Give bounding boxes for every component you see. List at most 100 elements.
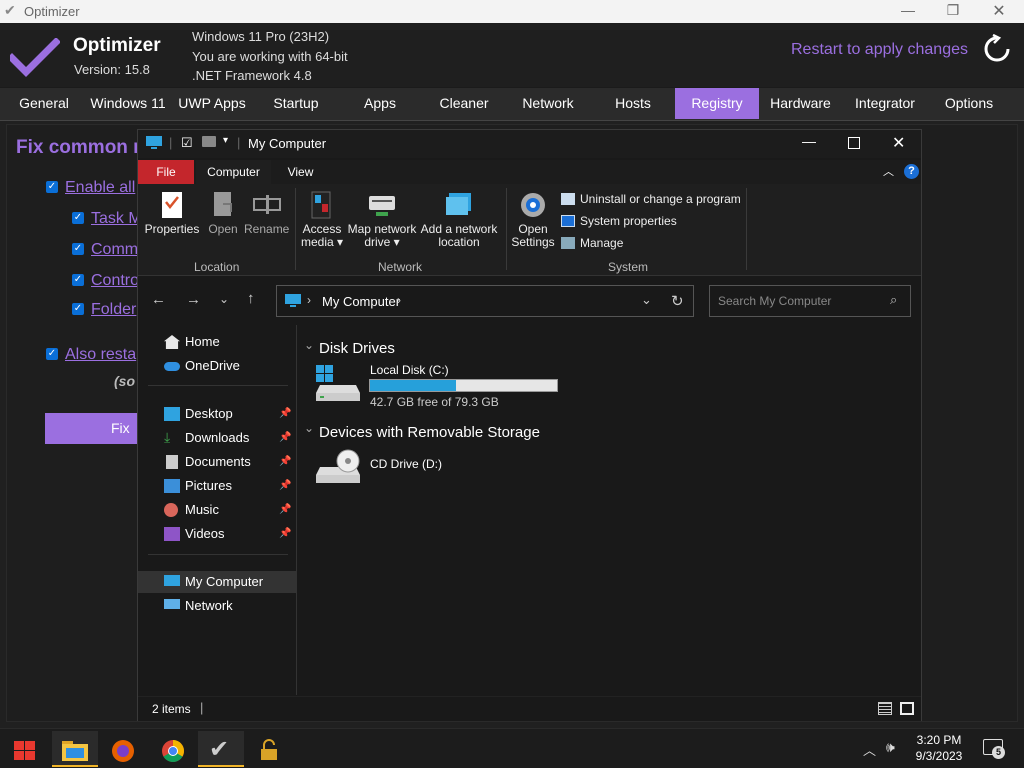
close-icon[interactable]: ✕ — [984, 1, 1014, 21]
checkbox-folder[interactable]: ✓ — [72, 303, 84, 315]
taskbar-optimizer[interactable]: ✔ — [198, 731, 244, 767]
checkbox-comm[interactable]: ✓ — [72, 243, 84, 255]
tab-startup[interactable]: Startup — [260, 88, 332, 119]
address-dropdown-icon[interactable]: ⌄ — [641, 292, 652, 308]
search-icon[interactable]: ⌕ — [890, 292, 897, 308]
help-icon[interactable]: ? — [904, 164, 919, 179]
back-arrow-icon[interactable]: ← — [151, 291, 166, 308]
pin-icon[interactable]: 📌 — [279, 475, 291, 497]
properties-button[interactable]: Properties — [144, 190, 200, 236]
forward-arrow-icon[interactable]: → — [186, 291, 201, 308]
sidebar-item-pictures[interactable]: Pictures 📌 — [138, 475, 296, 497]
option-control[interactable]: Contro — [91, 272, 139, 290]
breadcrumb[interactable]: My Computer — [322, 294, 400, 309]
folder-qa-icon[interactable] — [202, 136, 216, 147]
clock[interactable]: 3:20 PM 9/3/2023 — [905, 732, 973, 764]
drive-local-disk[interactable]: Local Disk (C:) 42.7 GB free of 79.3 GB — [316, 363, 566, 409]
pin-icon[interactable]: 📌 — [279, 499, 291, 521]
checkbox-enable-all[interactable]: ✓ — [46, 181, 58, 193]
sidebar-item-documents[interactable]: Documents 📌 — [138, 451, 296, 473]
pin-icon[interactable]: 📌 — [279, 403, 291, 425]
tab-apps[interactable]: Apps — [345, 88, 415, 119]
tab-hardware[interactable]: Hardware — [763, 88, 838, 119]
pin-icon[interactable]: 📌 — [279, 451, 291, 473]
start-button[interactable] — [2, 731, 48, 767]
tab-registry[interactable]: Registry — [675, 88, 759, 119]
ribbon-tab-view[interactable]: View — [278, 160, 323, 184]
tab-hosts[interactable]: Hosts — [598, 88, 668, 119]
sysinfo-arch: You are working with 64-bit — [192, 49, 348, 64]
ribbon-tab-file[interactable]: File — [138, 160, 194, 184]
uninstall-program-link[interactable]: Uninstall or change a program — [561, 192, 741, 206]
checkbox-also-restart[interactable]: ✓ — [46, 348, 58, 360]
collapse-chevron-icon[interactable]: ⌄ — [304, 338, 314, 352]
sidebar-item-desktop[interactable]: Desktop 📌 — [138, 403, 296, 425]
access-media-button[interactable]: Access media ▾ — [300, 190, 344, 249]
drive-cd[interactable]: CD Drive (D:) — [316, 449, 466, 489]
rename-button[interactable]: Rename — [244, 190, 289, 236]
taskbar-file-explorer[interactable] — [52, 731, 98, 767]
search-input[interactable]: Search My Computer — [718, 294, 831, 308]
collapse-chevron-icon[interactable]: ⌄ — [304, 421, 314, 435]
up-arrow-icon[interactable]: ↑ — [247, 290, 255, 307]
open-button[interactable]: Open — [204, 190, 242, 236]
sidebar-item-home[interactable]: Home — [138, 331, 296, 353]
add-network-location-button[interactable]: Add a network location — [419, 190, 499, 249]
tab-general[interactable]: General — [10, 88, 78, 119]
taskbar-firefox[interactable] — [100, 731, 146, 767]
option-also-restart[interactable]: Also resta — [65, 346, 136, 364]
restart-icon[interactable] — [982, 34, 1012, 64]
collapse-ribbon-icon[interactable]: ︿ — [883, 163, 894, 179]
tab-windows11[interactable]: Windows 11 — [86, 88, 170, 119]
option-enable-all[interactable]: Enable all — [65, 179, 135, 197]
sidebar-item-mycomputer[interactable]: My Computer — [138, 571, 296, 593]
address-bar[interactable]: › My Computer › ⌄ ↻ — [276, 285, 694, 317]
manage-link[interactable]: Manage — [561, 236, 623, 250]
group-header-disk-drives[interactable]: Disk Drives — [319, 340, 395, 357]
sidebar-item-downloads[interactable]: ⤓ Downloads 📌 — [138, 427, 296, 449]
system-properties-link[interactable]: System properties — [561, 214, 677, 228]
tab-network[interactable]: Network — [512, 88, 584, 119]
tab-cleaner[interactable]: Cleaner — [428, 88, 500, 119]
tab-options[interactable]: Options — [934, 88, 1004, 119]
fix-button[interactable]: Fix — [45, 413, 145, 444]
ribbon-tab-computer[interactable]: Computer — [196, 160, 271, 184]
properties-qa-icon[interactable]: ☑ — [181, 135, 193, 151]
option-folder[interactable]: Folder — [91, 301, 136, 319]
minimize-icon[interactable]: — — [893, 2, 923, 18]
tray-chevron-up-icon[interactable]: ︿ — [863, 740, 876, 759]
large-icons-view-icon[interactable] — [900, 702, 914, 715]
restore-icon[interactable]: ❐ — [938, 2, 968, 19]
access-media-icon — [311, 191, 331, 219]
refresh-icon[interactable]: ↻ — [671, 292, 684, 310]
explorer-maximize-icon[interactable] — [848, 137, 860, 149]
search-box[interactable]: Search My Computer ⌕ — [709, 285, 911, 317]
explorer-minimize-icon[interactable]: — — [802, 133, 816, 149]
open-settings-button[interactable]: Open Settings — [509, 190, 557, 249]
option-comm[interactable]: Comm — [91, 241, 138, 259]
sidebar-item-music[interactable]: Music 📌 — [138, 499, 296, 521]
checkbox-task[interactable]: ✓ — [72, 212, 84, 224]
restart-link[interactable]: Restart to apply changes — [791, 41, 968, 59]
tab-integrator[interactable]: Integrator — [846, 88, 924, 119]
folder-icon — [62, 741, 88, 761]
sidebar-item-onedrive[interactable]: OneDrive — [138, 355, 296, 377]
volume-icon[interactable]: 🕪 — [886, 739, 895, 756]
taskbar-lock-app[interactable] — [246, 731, 292, 767]
notification-icon[interactable]: 5 — [983, 739, 1005, 759]
pin-icon[interactable]: 📌 — [279, 427, 291, 449]
explorer-close-icon[interactable]: ✕ — [892, 133, 905, 153]
details-view-icon[interactable] — [878, 702, 892, 715]
checkbox-control[interactable]: ✓ — [72, 274, 84, 286]
sidebar-item-network[interactable]: Network — [138, 595, 296, 617]
taskbar-chrome[interactable] — [150, 731, 196, 767]
sysinfo-dotnet: .NET Framework 4.8 — [192, 68, 312, 83]
pin-icon[interactable]: 📌 — [279, 523, 291, 545]
tab-uwp-apps[interactable]: UWP Apps — [174, 88, 250, 119]
customize-qa-icon[interactable]: ▾ — [223, 135, 228, 146]
sidebar-item-videos[interactable]: Videos 📌 — [138, 523, 296, 545]
option-task[interactable]: Task M — [91, 210, 142, 228]
recent-chevron-down-icon[interactable]: ⌄ — [219, 292, 229, 306]
map-network-drive-button[interactable]: Map network drive ▾ — [345, 190, 419, 249]
group-header-removable[interactable]: Devices with Removable Storage — [319, 424, 540, 441]
